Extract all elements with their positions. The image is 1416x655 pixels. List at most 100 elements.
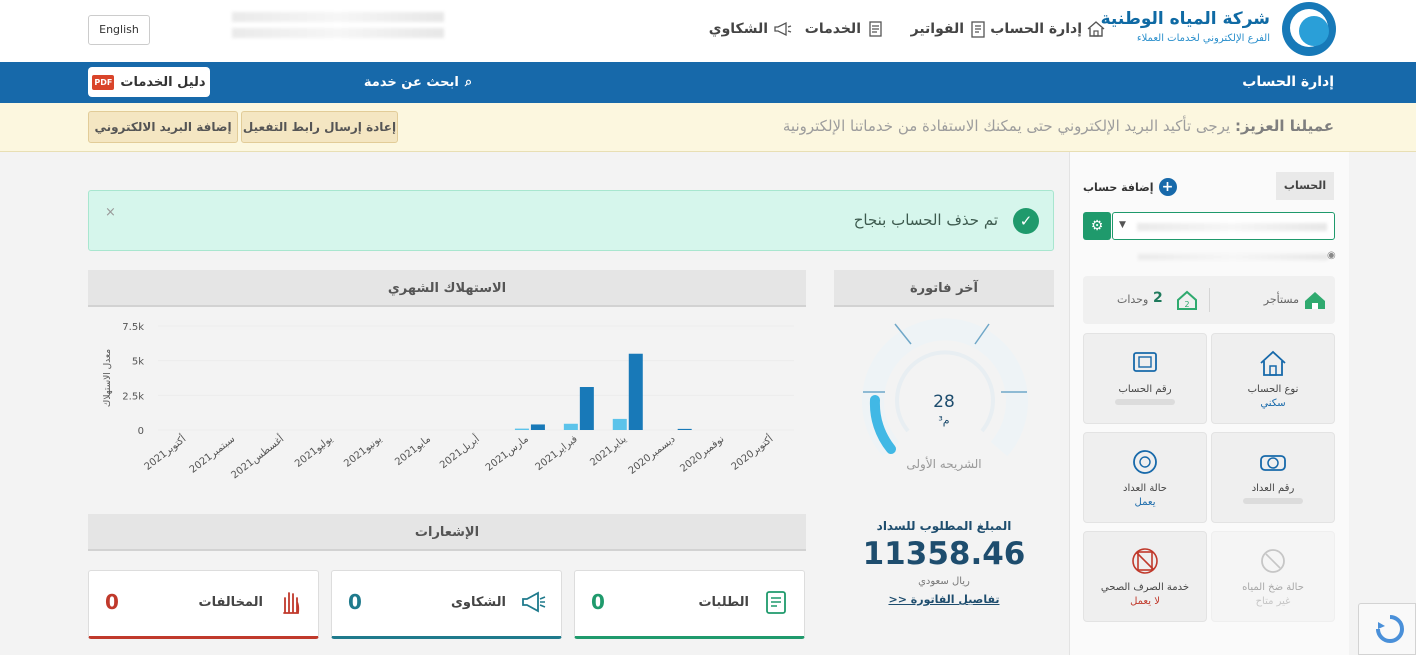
user-name-blurred xyxy=(232,12,444,22)
x-tick-label: أبريل2021 xyxy=(437,432,482,471)
meter-icon xyxy=(1260,455,1286,471)
tile-sewage-service[interactable]: خدمة الصرف الصحي لا يعمل xyxy=(1083,531,1207,622)
amount-due-label: المبلغ المطلوب للسداد xyxy=(876,519,1012,533)
meter-number-blurred-value xyxy=(1243,498,1303,504)
recaptcha-icon xyxy=(1376,615,1404,643)
gauge-track xyxy=(862,318,1028,457)
account-select[interactable]: ▼ xyxy=(1112,212,1335,240)
violations-card[interactable]: المخالفات 0 xyxy=(88,570,319,639)
chart-bar xyxy=(530,424,545,430)
sewage-icon xyxy=(1132,548,1158,574)
add-email-button[interactable]: إضافة البريد الالكتروني xyxy=(88,111,238,143)
x-tick-label: مارس2021 xyxy=(484,434,531,474)
chart-bar xyxy=(514,428,529,430)
units-label: وحدات xyxy=(1117,293,1149,306)
location-pin-icon: ◉ xyxy=(1327,250,1336,261)
tile-sewage-service-label: خدمة الصرف الصحي xyxy=(1100,582,1190,593)
tile-meter-status[interactable]: حالة العداد يعمل xyxy=(1083,432,1207,523)
tile-meter-status-label: حالة العداد xyxy=(1123,483,1167,494)
page-bar: إدارة الحساب xyxy=(0,62,1416,103)
units-building-icon: 2 xyxy=(1177,290,1197,310)
tile-account-type-label: نوع الحساب xyxy=(1247,384,1299,395)
tile-water-pumping[interactable]: حالة ضخ المياه غير متاح xyxy=(1211,531,1335,622)
nav-bills[interactable]: الفواتير xyxy=(911,19,988,39)
nav-services[interactable]: الخدمات xyxy=(805,19,885,39)
nav-complaints[interactable]: الشكاوي xyxy=(709,19,792,39)
complaints-card[interactable]: الشكاوى 0 xyxy=(331,570,562,639)
consumption-chart: 0 2.5k 5k 7.5k معدل الاستهلاك أكتوبر2020نوفمب… xyxy=(103,322,794,481)
company-logo[interactable] xyxy=(1282,2,1336,56)
requests-count: 0 xyxy=(591,590,605,614)
nav-account[interactable]: إدارة الحساب xyxy=(990,19,1106,39)
add-account-button[interactable]: + إضافة حساب xyxy=(1083,178,1177,196)
user-id-blurred xyxy=(232,28,444,38)
nav-complaints-label: الشكاوي xyxy=(708,21,768,37)
tile-meter-status-value: يعمل xyxy=(1134,497,1156,508)
y-tick-label: 0 xyxy=(138,426,144,437)
close-icon[interactable]: × xyxy=(105,205,116,220)
search-icon: ⌕ xyxy=(464,74,473,90)
x-tick-label: سبتمبر2021 xyxy=(188,434,237,476)
email-warning-text: عميلنا العزيز: يرجى تأكيد البريد الإلكتر… xyxy=(783,117,1334,135)
monitor-icon xyxy=(1133,352,1157,372)
requests-card[interactable]: الطلبات 0 xyxy=(574,570,805,639)
x-tick-label: فبراير2021 xyxy=(534,434,580,473)
x-tick-label: يناير2021 xyxy=(588,434,629,469)
megaphone-icon xyxy=(774,21,792,37)
x-tick-label: مايو2021 xyxy=(393,434,433,468)
x-tick-label: أغسطس2021 xyxy=(228,432,286,481)
svg-text:2: 2 xyxy=(1184,300,1189,309)
tile-account-type[interactable]: نوع الحساب سكني xyxy=(1211,333,1335,424)
tile-account-type-value: سكني xyxy=(1260,398,1286,409)
units-summary: مستأجر 2 2 وحدات xyxy=(1083,276,1335,324)
service-search-button[interactable]: ⌕ ابحث عن خدمة xyxy=(348,66,488,98)
y-axis-label: معدل الاستهلاك xyxy=(103,349,113,407)
notifications-header: الإشعارات xyxy=(88,514,806,551)
document-icon xyxy=(869,21,882,37)
requests-label: الطلبات xyxy=(698,595,749,610)
tile-meter-number[interactable]: رقم العداد xyxy=(1211,432,1335,523)
tile-account-number-label: رقم الحساب xyxy=(1118,384,1172,395)
gauge-reading: 28 xyxy=(933,392,955,412)
warning-message: يرجى تأكيد البريد الإلكتروني حتى يمكنك ا… xyxy=(782,117,1235,135)
y-tick-label: 2.5k xyxy=(122,391,144,402)
x-tick-label: أكتوبر2020 xyxy=(728,432,775,473)
clipboard-icon xyxy=(766,591,786,614)
gear-icon: ⚙ xyxy=(1090,218,1104,234)
account-settings-button[interactable]: ⚙ xyxy=(1083,212,1111,240)
account-address-blurred xyxy=(1138,254,1328,260)
guide-label: دليل الخدمات xyxy=(120,74,206,90)
warning-prefix: عميلنا العزيز: xyxy=(1234,117,1334,135)
language-button[interactable]: English xyxy=(88,15,150,45)
bill-details-link[interactable]: تفاصيل الفاتورة << xyxy=(834,593,1054,606)
tile-sewage-service-value: لا يعمل xyxy=(1130,596,1160,607)
chevron-down-icon: ▼ xyxy=(1119,220,1126,230)
services-guide-button[interactable]: دليل الخدمات PDF xyxy=(88,67,210,97)
hand-stop-icon xyxy=(283,592,300,614)
currency-label: ريال سعودي xyxy=(918,576,970,587)
tile-account-number[interactable]: رقم الحساب xyxy=(1083,333,1207,424)
tab-account[interactable]: الحساب xyxy=(1276,172,1334,200)
megaphone-icon xyxy=(522,591,546,613)
tenant-house-icon xyxy=(1305,292,1325,309)
account-number-blurred xyxy=(1137,223,1327,231)
consumption-header: الاستهلاك الشهري xyxy=(88,270,806,307)
tile-water-pumping-label: حالة ضخ المياه xyxy=(1242,582,1304,593)
success-message: تم حذف الحساب بنجاح xyxy=(853,211,998,229)
brand-title: شركة المياه الوطنية xyxy=(1100,9,1270,29)
nav-bills-label: الفواتير xyxy=(910,21,964,37)
resend-activation-button[interactable]: إعادة إرسال رابط التفعيل xyxy=(241,111,398,143)
plus-icon: + xyxy=(1158,178,1177,196)
chart-bar xyxy=(628,353,643,430)
home-icon xyxy=(1087,21,1105,37)
x-tick-label: أكتوبر2021 xyxy=(141,432,188,473)
nav-account-label: إدارة الحساب xyxy=(990,21,1082,37)
house-icon xyxy=(1260,350,1286,376)
tile-meter-number-label: رقم العداد xyxy=(1251,483,1295,494)
gauge-tier: الشريحه الأولى xyxy=(906,456,981,472)
bill-icon xyxy=(971,21,985,38)
recaptcha-badge[interactable] xyxy=(1358,603,1416,655)
y-tick-label: 5k xyxy=(132,357,144,368)
chart-bar xyxy=(579,387,594,430)
x-tick-label: يوليو2021 xyxy=(293,434,335,470)
